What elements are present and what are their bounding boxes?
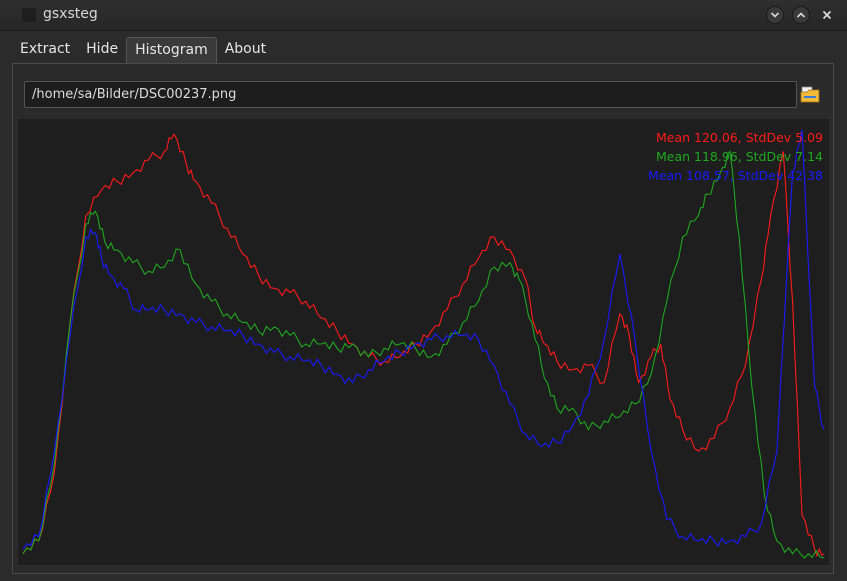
tab-histogram[interactable]: Histogram xyxy=(126,37,217,64)
maximize-button[interactable] xyxy=(792,6,810,24)
blue-stats-label: Mean 108.57, StdDev 42.38 xyxy=(648,168,823,183)
close-icon xyxy=(822,10,832,20)
chevron-down-icon xyxy=(770,12,780,18)
app-icon xyxy=(22,8,36,22)
close-button[interactable] xyxy=(818,6,836,24)
chevron-up-icon xyxy=(796,12,806,18)
minimize-button[interactable] xyxy=(766,6,784,24)
tab-extract[interactable]: Extract xyxy=(12,37,78,60)
window-title: gsxsteg xyxy=(43,6,98,22)
tab-hide[interactable]: Hide xyxy=(78,37,126,60)
histogram-chart: Mean 120.06, StdDev 5.09 Mean 118.96, St… xyxy=(17,118,830,566)
folder-open-icon xyxy=(800,86,820,103)
tab-bar: Extract Hide Histogram About xyxy=(12,37,274,64)
file-path-field[interactable]: /home/sa/Bilder/DSC00237.png xyxy=(24,81,797,108)
open-file-button[interactable] xyxy=(799,82,821,106)
red-stats-label: Mean 120.06, StdDev 5.09 xyxy=(656,130,823,145)
green-stats-label: Mean 118.96, StdDev 7.14 xyxy=(656,149,823,164)
tab-about[interactable]: About xyxy=(217,37,274,60)
chart-background xyxy=(17,118,830,566)
title-bar: gsxsteg xyxy=(0,0,847,31)
